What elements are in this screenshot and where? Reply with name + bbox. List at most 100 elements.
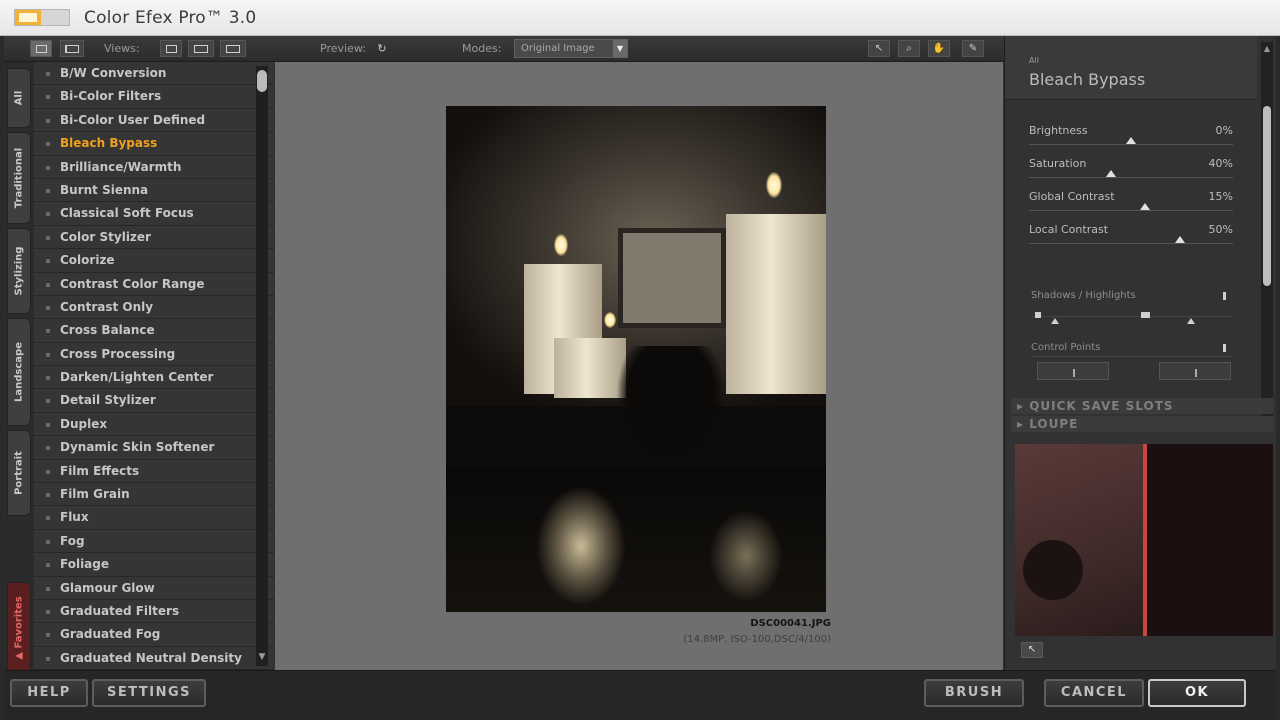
filter-list-scrollbar[interactable]: ▼ bbox=[256, 66, 268, 666]
slider-track[interactable] bbox=[1029, 144, 1233, 145]
brush-button[interactable]: BRUSH bbox=[924, 679, 1024, 707]
scroll-down-icon[interactable]: ▼ bbox=[257, 652, 267, 664]
tab-favorites[interactable]: ▲ Favorites bbox=[7, 582, 31, 674]
help-button[interactable]: HELP bbox=[10, 679, 88, 707]
tab-portrait[interactable]: Portrait bbox=[7, 430, 31, 516]
slider-value: 50% bbox=[1208, 223, 1233, 236]
filter-item[interactable]: Bi-Color Filters bbox=[34, 85, 274, 109]
filter-item[interactable]: Darken/Lighten Center bbox=[34, 366, 274, 390]
zoom-icon[interactable]: ⌕ bbox=[898, 40, 920, 57]
filter-list: B/W Conversion Bi-Color Filters Bi-Color U… bbox=[34, 62, 274, 670]
view-mode-side-icon[interactable] bbox=[188, 40, 214, 57]
tab-stylizing[interactable]: Stylizing bbox=[7, 228, 31, 314]
shadows-highlights-label[interactable]: Shadows / Highlights bbox=[1031, 290, 1136, 301]
hand-icon[interactable]: ✋ bbox=[928, 40, 950, 57]
filter-item[interactable]: Glamour Glow bbox=[34, 576, 274, 600]
filter-item[interactable]: Film Grain bbox=[34, 483, 274, 507]
filter-item[interactable]: Bleach Bypass bbox=[34, 132, 274, 156]
slider-value: 40% bbox=[1208, 157, 1233, 170]
filter-item[interactable]: Graduated Neutral Density bbox=[34, 646, 274, 670]
filter-item[interactable]: Duplex bbox=[34, 412, 274, 437]
filter-item[interactable]: Cross Balance bbox=[34, 319, 274, 343]
slider-value: 15% bbox=[1208, 190, 1233, 203]
slider-track[interactable] bbox=[1029, 243, 1233, 244]
eyedropper-icon[interactable]: ✎ bbox=[962, 40, 984, 57]
remove-control-point-button[interactable] bbox=[1159, 362, 1231, 380]
modes-select[interactable]: Original Image ▼ bbox=[514, 39, 628, 58]
filter-item[interactable]: B/W Conversion bbox=[34, 62, 274, 86]
views-label: Views: bbox=[104, 42, 140, 55]
filter-item[interactable]: Color Stylizer bbox=[34, 225, 274, 250]
bottom-bar: HELP SETTINGS BRUSH CANCEL OK bbox=[4, 670, 1276, 720]
preview-toggle-icon[interactable]: ↻ bbox=[374, 40, 390, 57]
panel-title: Bleach Bypass bbox=[1029, 70, 1146, 89]
scrollbar-thumb[interactable] bbox=[257, 70, 267, 92]
filter-item[interactable]: Colorize bbox=[34, 249, 274, 273]
settings-button[interactable]: SETTINGS bbox=[92, 679, 206, 707]
preview-image[interactable] bbox=[446, 106, 826, 612]
tab-all[interactable]: All bbox=[7, 68, 31, 128]
pin-icon[interactable]: ↖ bbox=[1021, 642, 1043, 658]
shadows-expand-icon[interactable] bbox=[1223, 292, 1226, 300]
slider-handle[interactable] bbox=[1174, 236, 1185, 243]
slider-row: Global Contrast 15% bbox=[1029, 190, 1233, 222]
panel-scrollbar[interactable]: ▲ bbox=[1261, 42, 1273, 420]
preview-label: Preview: bbox=[320, 42, 366, 55]
shadows-toggle-icon[interactable] bbox=[1035, 312, 1041, 318]
view-mode-split-icon[interactable] bbox=[220, 40, 246, 57]
slider-label: Global Contrast bbox=[1029, 190, 1115, 203]
midtone-icon[interactable] bbox=[1141, 312, 1150, 318]
loupe-toggle[interactable]: ▸ LOUPE bbox=[1011, 416, 1273, 432]
loupe-view[interactable] bbox=[1015, 444, 1273, 636]
slider-track[interactable] bbox=[1029, 210, 1233, 211]
slider-row: Local Contrast 50% bbox=[1029, 223, 1233, 255]
chevron-down-icon: ▼ bbox=[613, 40, 627, 57]
filter-item[interactable]: Film Effects bbox=[34, 459, 274, 484]
slider-label: Local Contrast bbox=[1029, 223, 1109, 236]
navigate-arrow-icon[interactable]: ↖ bbox=[868, 40, 890, 57]
split-view-icon[interactable] bbox=[60, 40, 84, 57]
filter-item[interactable]: Fog bbox=[34, 529, 274, 554]
title-bar: Color Efex Pro™ 3.0 bbox=[0, 0, 1280, 36]
filter-item[interactable]: Flux bbox=[34, 506, 274, 530]
panel-scrollbar-thumb[interactable] bbox=[1263, 106, 1271, 286]
slider-handle[interactable] bbox=[1140, 203, 1151, 210]
main-frame: Views: Preview: ↻ Modes: Original Image … bbox=[4, 36, 1276, 720]
window-title: Color Efex Pro™ 3.0 bbox=[84, 8, 257, 28]
tab-traditional[interactable]: Traditional bbox=[7, 132, 31, 224]
filter-item[interactable]: Classical Soft Focus bbox=[34, 202, 274, 226]
quick-save-slots-toggle[interactable]: ▸ QUICK SAVE SLOTS bbox=[1011, 398, 1273, 414]
slider-handle[interactable] bbox=[1105, 170, 1116, 177]
filter-item[interactable]: Foliage bbox=[34, 553, 274, 577]
filter-item[interactable]: Burnt Sienna bbox=[34, 178, 274, 203]
view-mode-single-icon[interactable] bbox=[160, 40, 182, 57]
filter-item[interactable]: Brilliance/Warmth bbox=[34, 155, 274, 179]
filter-item[interactable]: Bi-Color User Defined bbox=[34, 108, 274, 133]
slider-track[interactable] bbox=[1029, 177, 1233, 178]
filter-item[interactable]: Dynamic Skin Softener bbox=[34, 436, 274, 460]
filter-item[interactable]: Graduated Fog bbox=[34, 623, 274, 647]
slider-label: Brightness bbox=[1029, 124, 1088, 137]
control-points-expand-icon[interactable] bbox=[1223, 344, 1226, 352]
filter-item[interactable]: Contrast Only bbox=[34, 295, 274, 320]
ok-button[interactable]: OK bbox=[1148, 679, 1246, 707]
slider-row: Saturation 40% bbox=[1029, 157, 1233, 189]
filter-item[interactable]: Graduated Filters bbox=[34, 599, 274, 624]
filter-item[interactable]: Detail Stylizer bbox=[34, 389, 274, 413]
modes-label: Modes: bbox=[462, 42, 502, 55]
shadows-handle[interactable] bbox=[1051, 318, 1059, 324]
tab-landscape[interactable]: Landscape bbox=[7, 318, 31, 426]
filter-item[interactable]: Cross Processing bbox=[34, 342, 274, 367]
panel-category: All bbox=[1029, 56, 1039, 65]
scroll-up-icon[interactable]: ▲ bbox=[1262, 44, 1272, 53]
single-view-icon[interactable] bbox=[30, 40, 52, 57]
slider-handle[interactable] bbox=[1126, 137, 1136, 144]
filter-item[interactable]: Contrast Color Range bbox=[34, 272, 274, 296]
control-points-label[interactable]: Control Points bbox=[1031, 342, 1100, 353]
highlights-handle[interactable] bbox=[1187, 318, 1195, 324]
modes-select-value: Original Image bbox=[521, 43, 595, 54]
image-filename: DSC00041.JPG bbox=[750, 618, 831, 629]
cancel-button[interactable]: CANCEL bbox=[1044, 679, 1144, 707]
slider-row: Brightness 0% bbox=[1029, 124, 1233, 156]
add-control-point-button[interactable] bbox=[1037, 362, 1109, 380]
